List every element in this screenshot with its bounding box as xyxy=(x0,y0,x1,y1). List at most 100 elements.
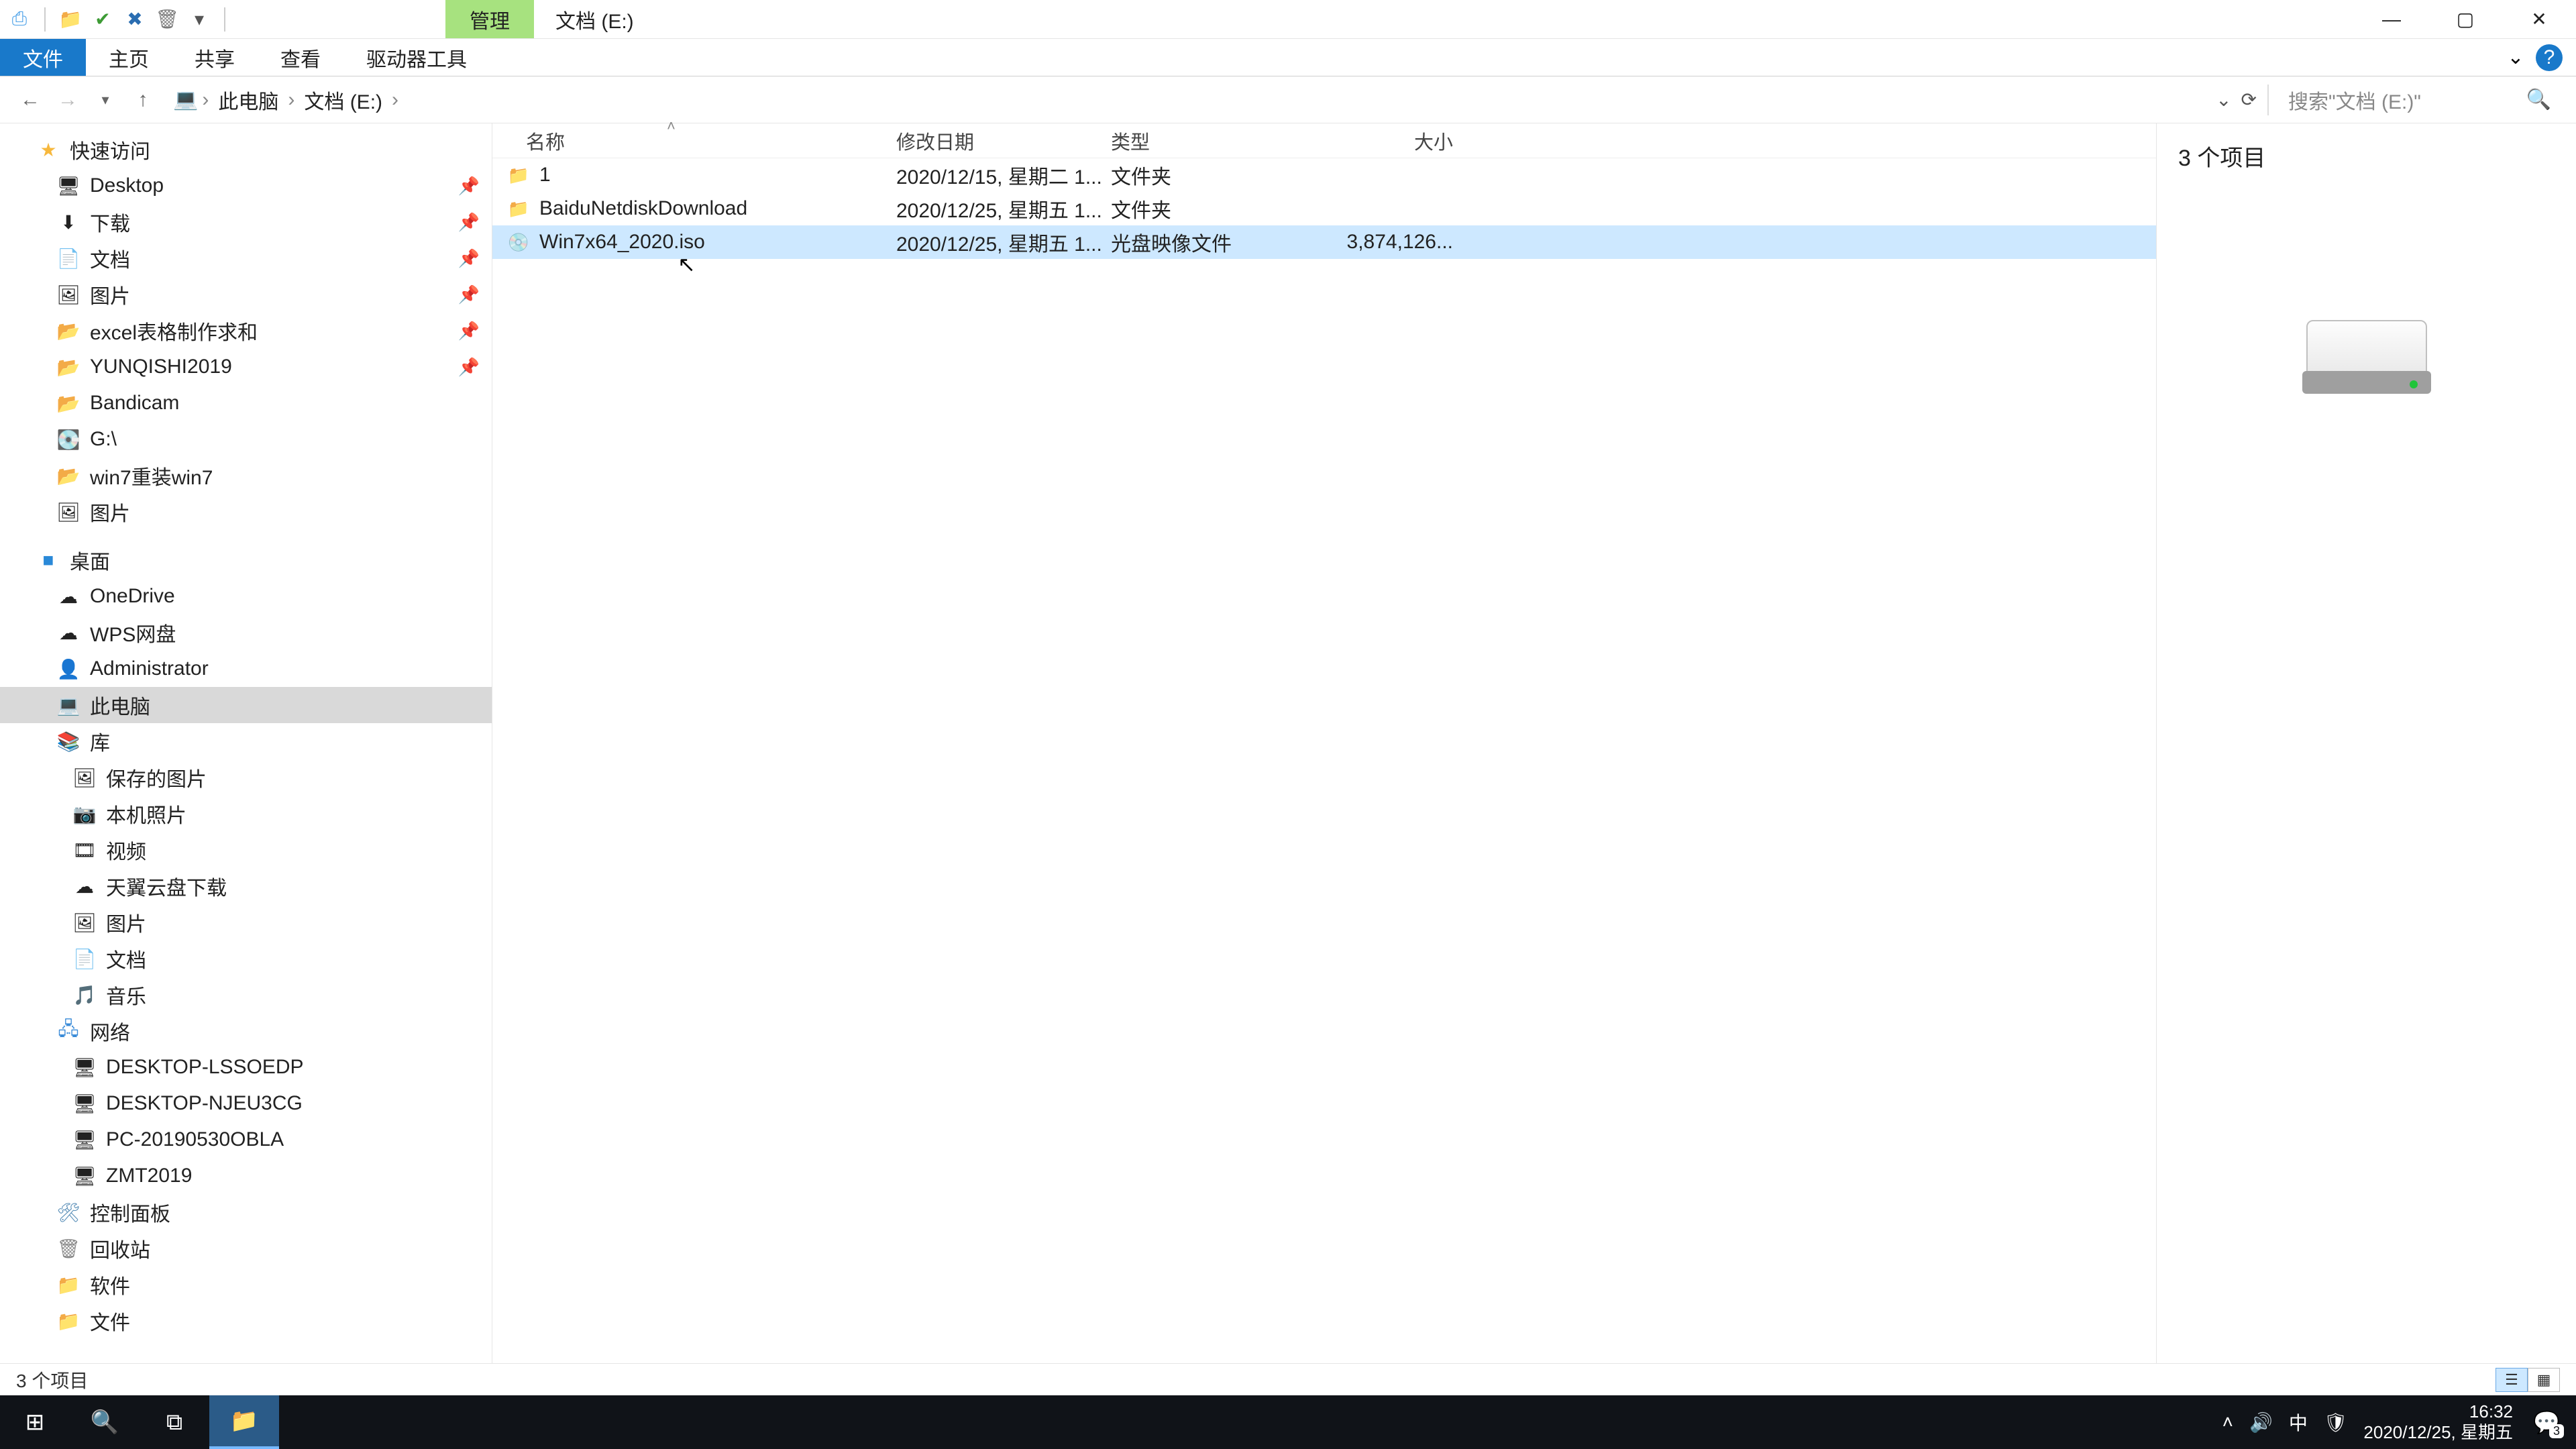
back-button[interactable]: ← xyxy=(15,85,46,115)
sidebar-item[interactable]: 📄文档📌 xyxy=(0,240,492,276)
sidebar-item-label: 文件 xyxy=(90,1306,130,1336)
sidebar-item[interactable]: 🖥ZMT2019 xyxy=(0,1158,492,1194)
item-icon: 🖼 xyxy=(56,282,80,307)
sidebar-item-label: PC-20190530OBLA xyxy=(106,1128,284,1151)
sidebar-item[interactable]: 📚库 xyxy=(0,723,492,759)
sidebar-item[interactable]: ☁OneDrive xyxy=(0,578,492,614)
refresh-icon[interactable]: ⟳ xyxy=(2241,89,2257,111)
close-blue-icon[interactable]: ✖ xyxy=(123,8,146,31)
sort-asc-icon: ˄ xyxy=(667,117,676,135)
sidebar-item-label: YUNQISHI2019 xyxy=(90,356,232,378)
close-button[interactable]: ✕ xyxy=(2502,0,2576,38)
view-thumbnails-button[interactable]: ▦ xyxy=(2528,1368,2560,1392)
sidebar-file[interactable]: 📁 文件 xyxy=(0,1303,492,1339)
view-details-button[interactable]: ☰ xyxy=(2496,1368,2528,1392)
ime-indicator[interactable]: 中 xyxy=(2289,1409,2308,1436)
sidebar-item[interactable]: 🖼图片 xyxy=(0,904,492,941)
column-date[interactable]: 修改日期 xyxy=(888,127,1103,155)
sidebar-item[interactable]: 🖼图片📌 xyxy=(0,276,492,313)
sidebar-item[interactable]: 🎵音乐 xyxy=(0,977,492,1013)
sidebar-item[interactable]: 🖥DESKTOP-NJEU3CG xyxy=(0,1085,492,1122)
sidebar-item[interactable]: 🖼保存的图片 xyxy=(0,759,492,796)
recent-dropdown-icon[interactable]: ▾ xyxy=(90,85,121,115)
sidebar-item[interactable]: 🖥PC-20190530OBLA xyxy=(0,1122,492,1158)
sidebar-item[interactable]: 🖥DESKTOP-LSSOEDP xyxy=(0,1049,492,1085)
pin-icon: 📌 xyxy=(458,176,480,197)
sidebar-item[interactable]: ☁天翼云盘下载 xyxy=(0,868,492,904)
search-icon[interactable]: 🔍 xyxy=(2526,88,2561,111)
file-date: 2020/12/25, 星期五 1... xyxy=(888,227,1103,257)
action-center-icon[interactable]: 💬3 xyxy=(2529,1405,2564,1440)
item-icon: 🖼 xyxy=(56,500,80,524)
sidebar-item-label: 回收站 xyxy=(90,1234,150,1263)
sidebar-item-label: excel表格制作求和 xyxy=(90,316,258,345)
main-area: ★ 快速访问 🖥Desktop📌⬇下载📌📄文档📌🖼图片📌📂excel表格制作求和… xyxy=(0,123,2576,1363)
sidebar-item-label: 库 xyxy=(90,727,110,756)
maximize-button[interactable]: ▢ xyxy=(2428,0,2502,38)
sidebar-software[interactable]: 📁 软件 xyxy=(0,1267,492,1303)
file-row[interactable]: 📁12020/12/15, 星期二 1...文件夹 xyxy=(492,158,2156,192)
tray-overflow-icon[interactable]: ˄ xyxy=(2222,1411,2233,1433)
taskbar-explorer[interactable]: 📁 xyxy=(209,1395,279,1449)
tab-view[interactable]: 查看 xyxy=(258,39,343,76)
sidebar-item[interactable]: 📄文档 xyxy=(0,941,492,977)
breadcrumb-segment[interactable]: 此电脑 xyxy=(213,83,284,117)
sidebar-item[interactable]: 📷本机照片 xyxy=(0,796,492,832)
manage-context-tab[interactable]: 管理 xyxy=(445,0,534,38)
file-row[interactable]: 📁BaiduNetdiskDownload2020/12/25, 星期五 1..… xyxy=(492,192,2156,225)
delete-icon[interactable]: 🗑 xyxy=(156,8,178,31)
minimize-button[interactable]: — xyxy=(2355,0,2428,38)
column-name[interactable]: 名称 ˄ xyxy=(492,127,888,155)
sidebar-control-panel[interactable]: 🛠 控制面板 xyxy=(0,1194,492,1230)
sidebar-item[interactable]: 📂excel表格制作求和📌 xyxy=(0,313,492,349)
volume-icon[interactable]: 🔊 xyxy=(2249,1411,2273,1434)
item-icon: ⬇ xyxy=(56,210,80,234)
tab-home[interactable]: 主页 xyxy=(86,39,172,76)
sidebar-item[interactable]: 🎞视频 xyxy=(0,832,492,868)
clock[interactable]: 16:32 2020/12/25, 星期五 xyxy=(2363,1401,2513,1443)
tab-file[interactable]: 文件 xyxy=(0,39,86,76)
item-icon: 📂 xyxy=(56,464,80,488)
sidebar-item[interactable]: 📂Bandicam xyxy=(0,385,492,421)
forward-button[interactable]: → xyxy=(52,85,83,115)
sidebar-network[interactable]: 🖧 网络 xyxy=(0,1013,492,1049)
column-type[interactable]: 类型 xyxy=(1103,127,1284,155)
tab-share[interactable]: 共享 xyxy=(172,39,258,76)
security-icon[interactable]: 🛡 xyxy=(2324,1411,2348,1434)
folder-icon[interactable]: 📁 xyxy=(59,8,82,31)
breadcrumb-segment[interactable]: 文档 (E:) xyxy=(299,83,388,117)
sidebar-item[interactable]: 💽G:\ xyxy=(0,421,492,458)
qat-dropdown-icon[interactable]: ▾ xyxy=(188,8,211,31)
start-button[interactable]: ⊞ xyxy=(0,1395,70,1449)
search-button[interactable]: 🔍 xyxy=(70,1395,140,1449)
ribbon-help: ⌄ ? xyxy=(2502,39,2576,76)
task-view-button[interactable]: ⧉ xyxy=(140,1395,209,1449)
sidebar-this-pc[interactable]: 💻此电脑 xyxy=(0,687,492,723)
column-size[interactable]: 大小 xyxy=(1284,127,1465,155)
up-button[interactable]: ↑ xyxy=(127,85,158,115)
navigation-pane[interactable]: ★ 快速访问 🖥Desktop📌⬇下载📌📄文档📌🖼图片📌📂excel表格制作求和… xyxy=(0,123,492,1363)
help-icon[interactable]: ? xyxy=(2536,44,2563,71)
sidebar-item[interactable]: 👤Administrator xyxy=(0,651,492,687)
sidebar-recycle-bin[interactable]: 🗑 回收站 xyxy=(0,1230,492,1267)
file-row[interactable]: 💿Win7x64_2020.iso2020/12/25, 星期五 1...光盘映… xyxy=(492,225,2156,259)
sidebar-item[interactable]: ⬇下载📌 xyxy=(0,204,492,240)
chevron-right-icon[interactable]: › xyxy=(392,89,398,111)
breadcrumb[interactable]: 💻 › 此电脑 › 文档 (E:) › xyxy=(165,83,398,117)
sidebar-desktop[interactable]: ■ 桌面 xyxy=(0,542,492,578)
chevron-right-icon[interactable]: › xyxy=(288,89,294,111)
expand-ribbon-icon[interactable]: ⌄ xyxy=(2502,44,2529,71)
sidebar-item[interactable]: 🖼图片 xyxy=(0,494,492,530)
sidebar-item[interactable]: ☁WPS网盘 xyxy=(0,614,492,651)
search-input[interactable]: 搜索"文档 (E:)" 🔍 xyxy=(2279,83,2561,117)
sidebar-item[interactable]: 📂win7重装win7 xyxy=(0,458,492,494)
sidebar-item[interactable]: 📂YUNQISHI2019📌 xyxy=(0,349,492,385)
status-text: 3 个项目 xyxy=(16,1366,88,1393)
chevron-down-icon[interactable]: ⌄ xyxy=(2216,89,2231,111)
tab-drive-tools[interactable]: 驱动器工具 xyxy=(343,39,490,76)
sidebar-quick-access[interactable]: ★ 快速访问 xyxy=(0,131,492,168)
checkmark-icon[interactable]: ✔ xyxy=(91,8,114,31)
sidebar-item[interactable]: 🖥Desktop📌 xyxy=(0,168,492,204)
item-icon: 📄 xyxy=(72,947,97,971)
chevron-right-icon[interactable]: › xyxy=(202,89,209,111)
